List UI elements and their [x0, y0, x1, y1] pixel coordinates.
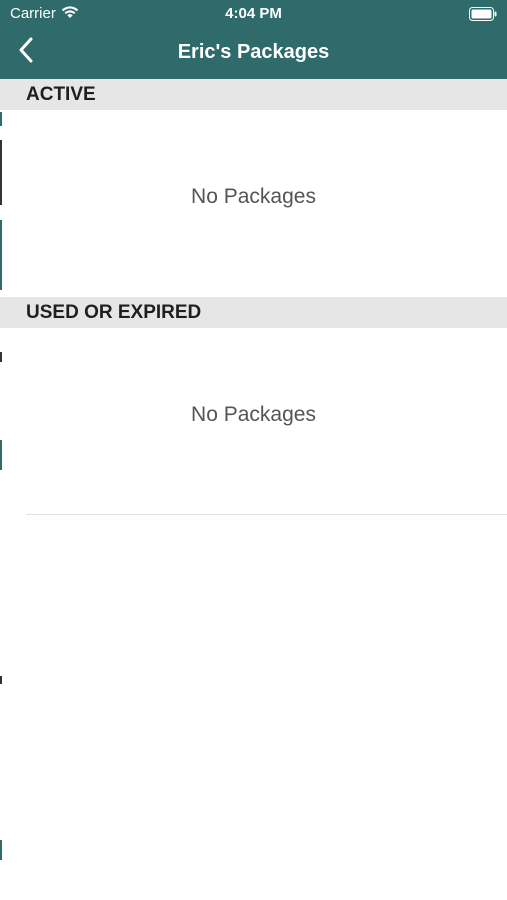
- top-bar: Carrier 4:04 PM Eric's Packages: [0, 0, 507, 79]
- status-bar: Carrier 4:04 PM: [0, 0, 507, 28]
- section-header-label: ACTIVE: [26, 84, 96, 105]
- page-title: Eric's Packages: [177, 41, 330, 63]
- section-header-label: USED OR EXPIRED: [26, 302, 202, 323]
- navigation-bar: Eric's Packages: [0, 28, 507, 79]
- status-time: 4:04 PM: [225, 5, 282, 22]
- empty-state-active: No Packages: [191, 185, 316, 208]
- section-header-active: ACTIVE: [0, 79, 507, 110]
- left-edge-marks: [0, 0, 3, 900]
- section-header-used-or-expired: USED OR EXPIRED: [0, 297, 507, 328]
- list-divider: [26, 514, 507, 515]
- battery-icon: [469, 7, 497, 26]
- empty-state-used-or-expired: No Packages: [191, 403, 316, 426]
